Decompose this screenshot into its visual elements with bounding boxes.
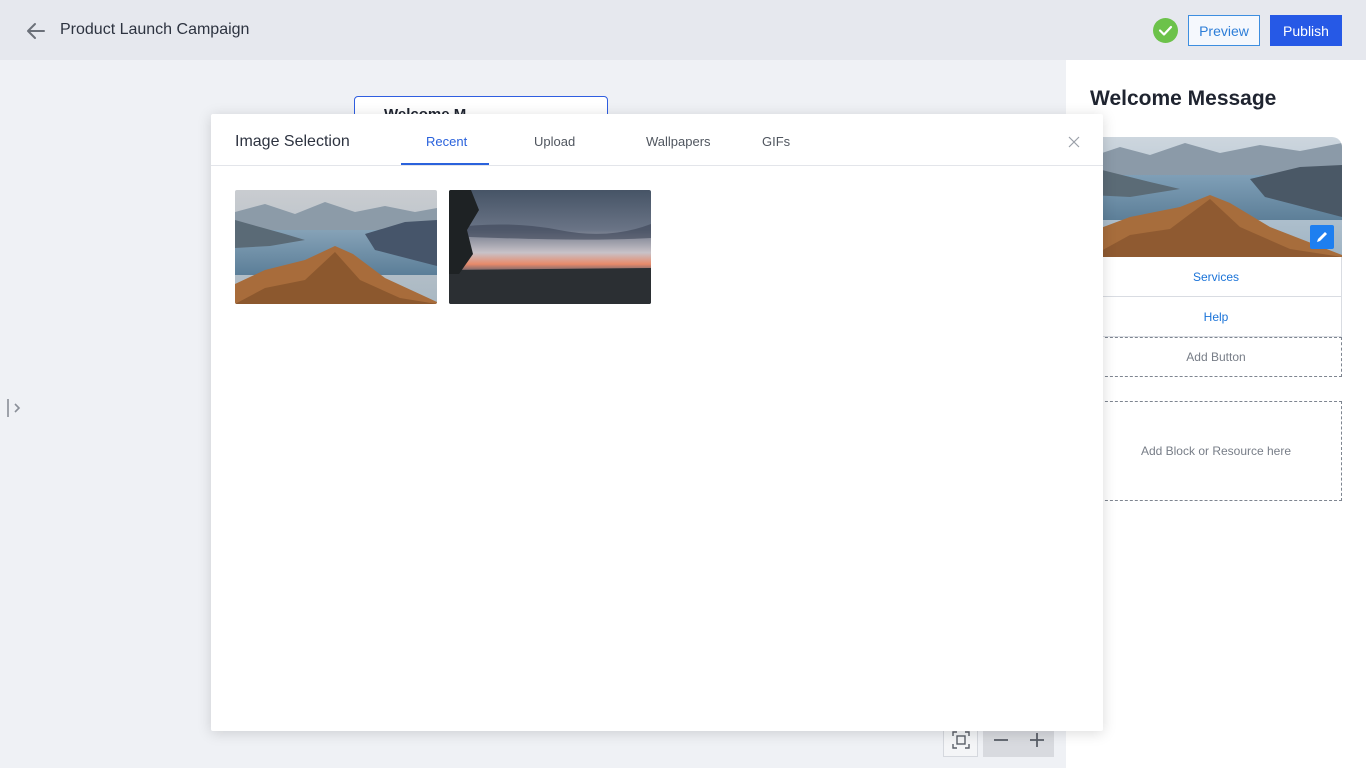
check-icon (1153, 18, 1178, 43)
services-button[interactable]: Services (1090, 257, 1342, 297)
help-button[interactable]: Help (1090, 297, 1342, 337)
panel-title: Welcome Message (1090, 87, 1277, 110)
tab-wallpapers[interactable]: Wallpapers (646, 134, 711, 149)
modal-title: Image Selection (235, 133, 350, 150)
image-selection-modal: Image Selection Recent Upload Wallpapers… (211, 114, 1103, 731)
tab-upload[interactable]: Upload (534, 134, 575, 149)
mountain-lake-image[interactable] (235, 190, 437, 304)
sunset-landscape-image[interactable] (449, 190, 651, 304)
active-tab-indicator (401, 163, 489, 165)
add-block-area[interactable]: Add Block or Resource here (1090, 401, 1342, 501)
add-button[interactable]: Add Button (1090, 337, 1342, 377)
expand-sidebar-icon[interactable] (6, 396, 26, 420)
tab-gifs[interactable]: GIFs (762, 134, 790, 149)
campaign-title: Product Launch Campaign (60, 21, 250, 38)
edit-image-icon[interactable] (1310, 225, 1334, 249)
publish-button[interactable]: Publish (1270, 15, 1342, 46)
tab-recent[interactable]: Recent (426, 134, 467, 149)
preview-button[interactable]: Preview (1188, 15, 1260, 46)
top-bar: Product Launch Campaign Preview Publish (0, 0, 1366, 60)
modal-header: Image Selection Recent Upload Wallpapers… (211, 114, 1103, 166)
back-arrow-icon[interactable] (24, 19, 48, 43)
welcome-message-image (1090, 137, 1342, 257)
close-icon[interactable] (1067, 135, 1081, 149)
